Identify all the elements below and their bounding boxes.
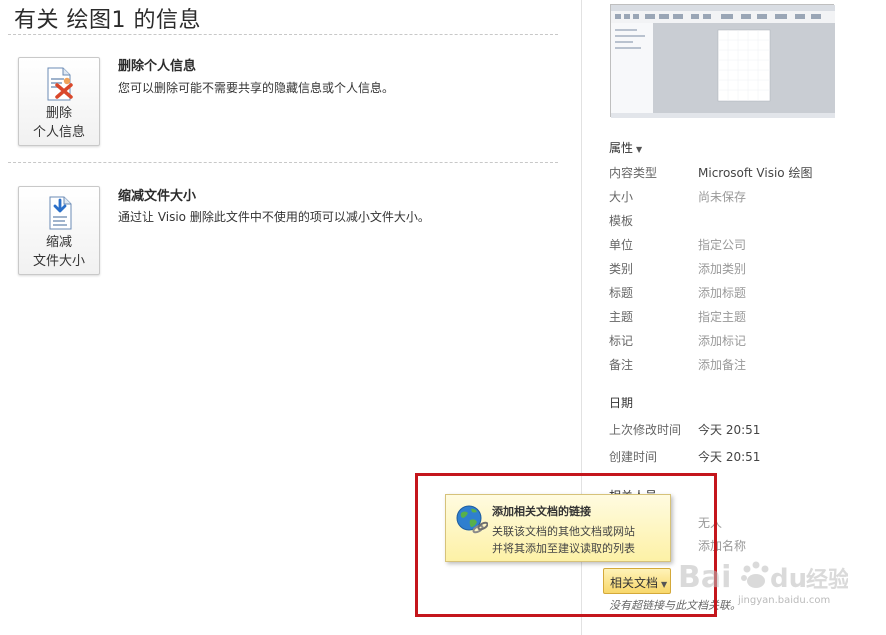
property-row: 类别 添加类别: [609, 260, 869, 278]
date-value: 今天 20:51: [698, 423, 761, 437]
property-key: 类别: [609, 262, 634, 276]
preview-image: [611, 5, 835, 118]
svg-text:经验: 经验: [806, 567, 848, 593]
reduce-file-size-icon: [49, 196, 72, 230]
property-key: 主题: [609, 310, 634, 324]
property-value-subject[interactable]: 指定主题: [698, 308, 746, 325]
date-key: 上次修改时间: [609, 423, 682, 437]
page-title: 有关 绘图1 的信息: [14, 8, 201, 33]
button-label-line1: 删除: [45, 106, 72, 121]
highlight-box: [415, 473, 717, 617]
divider: [8, 162, 558, 163]
property-row: 模板: [609, 212, 869, 230]
property-row: 大小 尚未保存: [609, 188, 869, 206]
date-row: 创建时间 今天 20:51: [609, 448, 869, 466]
section-heading: 缩减文件大小: [118, 189, 197, 204]
property-value-comments[interactable]: 添加备注: [698, 356, 746, 373]
property-row: 单位 指定公司: [609, 236, 869, 254]
dates-heading: 日期: [609, 396, 634, 410]
remove-personal-info-button[interactable]: 删除 个人信息: [18, 57, 100, 146]
svg-text:du: du: [770, 564, 807, 594]
watermark-url: jingyan.baidu.com: [738, 595, 831, 606]
property-value-title[interactable]: 添加标题: [698, 284, 746, 301]
property-key: 大小: [609, 190, 634, 204]
properties-label: 属性: [609, 141, 634, 155]
remove-personal-info-icon: [47, 67, 73, 101]
properties-dropdown[interactable]: 属性 ▼: [609, 139, 642, 156]
property-key: 标记: [609, 334, 634, 348]
date-value: 今天 20:51: [698, 450, 761, 464]
section-description: 您可以删除可能不需要共享的隐藏信息或个人信息。: [118, 81, 395, 95]
chevron-down-icon: ▼: [636, 145, 643, 154]
property-value-category[interactable]: 添加类别: [698, 260, 746, 277]
property-value-tags[interactable]: 添加标记: [698, 332, 746, 349]
property-key: 内容类型: [609, 166, 658, 180]
date-key: 创建时间: [609, 450, 658, 464]
reduce-file-size-button[interactable]: 缩减 文件大小: [18, 186, 100, 275]
document-preview-thumbnail[interactable]: [610, 4, 835, 118]
button-label-line1: 缩减: [45, 235, 72, 250]
property-value: Microsoft Visio 绘图: [698, 166, 813, 180]
property-key: 备注: [609, 358, 634, 372]
property-row: 标题 添加标题: [609, 284, 869, 302]
svg-text:Bai: Bai: [678, 560, 731, 595]
property-key: 单位: [609, 238, 634, 252]
date-row: 上次修改时间 今天 20:51: [609, 421, 869, 439]
section-heading: 删除个人信息: [118, 59, 197, 74]
divider: [8, 34, 558, 35]
property-row: 主题 指定主题: [609, 308, 869, 326]
property-value-company[interactable]: 指定公司: [698, 236, 746, 253]
property-key: 标题: [609, 286, 634, 300]
property-row: 标记 添加标记: [609, 332, 869, 350]
section-description: 通过让 Visio 删除此文件中不使用的项可以减小文件大小。: [118, 210, 430, 224]
property-value: 尚未保存: [698, 190, 747, 204]
property-key: 模板: [609, 214, 634, 228]
property-row: 备注 添加备注: [609, 356, 869, 374]
property-row: 内容类型 Microsoft Visio 绘图: [609, 164, 869, 182]
button-label-line2: 个人信息: [32, 125, 85, 140]
button-label-line2: 文件大小: [32, 254, 85, 269]
